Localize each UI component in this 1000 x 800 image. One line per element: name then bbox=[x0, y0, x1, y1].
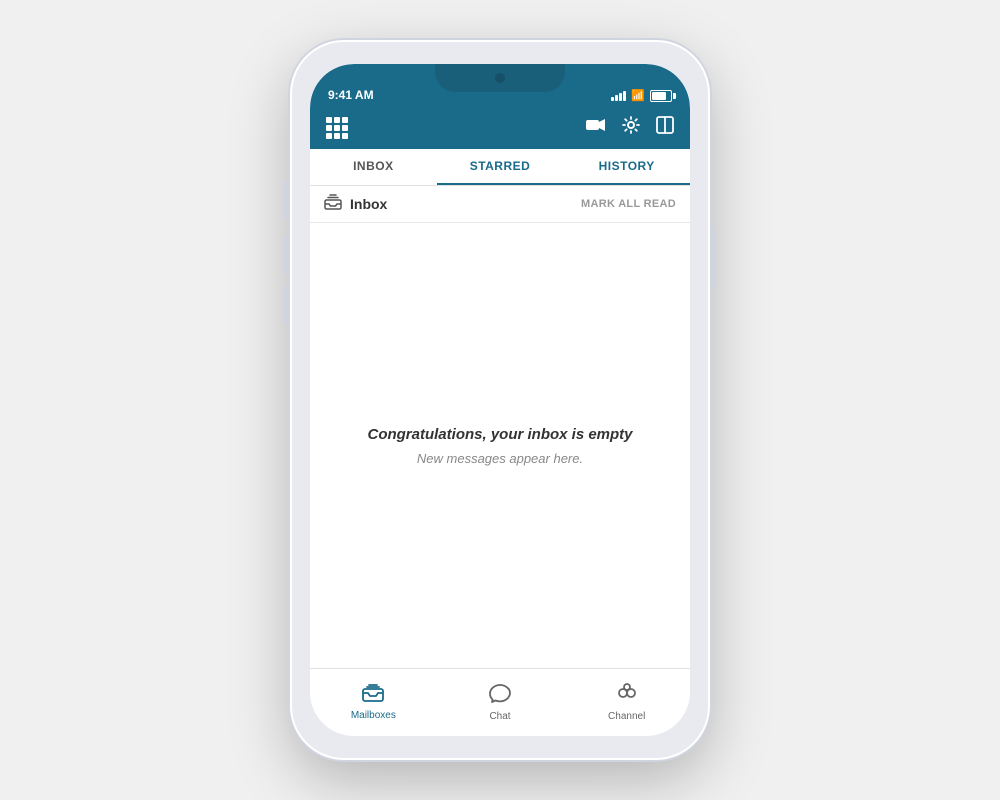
tab-inbox[interactable]: INBOX bbox=[310, 149, 437, 185]
nav-item-mailboxes[interactable]: Mailboxes bbox=[310, 669, 437, 736]
tabs-bar: INBOX STARRED HISTORY bbox=[310, 149, 690, 186]
phone-notch bbox=[435, 64, 565, 92]
phone-device: 9:41 AM 📶 bbox=[290, 40, 710, 760]
header-actions bbox=[586, 116, 674, 139]
empty-title: Congratulations, your inbox is empty bbox=[367, 426, 632, 443]
nav-item-chat[interactable]: Chat bbox=[437, 669, 564, 736]
chat-icon bbox=[489, 683, 511, 708]
inbox-header-row: Inbox MARK ALL READ bbox=[310, 186, 690, 223]
grid-menu-icon[interactable] bbox=[326, 117, 348, 139]
app-header bbox=[310, 108, 690, 149]
battery-icon bbox=[650, 90, 672, 102]
bottom-navigation: Mailboxes Chat Channel bbox=[310, 668, 690, 736]
signal-icon bbox=[611, 91, 626, 101]
phone-screen: 9:41 AM 📶 bbox=[310, 64, 690, 736]
status-time: 9:41 AM bbox=[328, 88, 374, 102]
mailboxes-label: Mailboxes bbox=[351, 710, 396, 721]
wifi-icon: 📶 bbox=[631, 89, 645, 102]
chat-label: Chat bbox=[489, 711, 510, 722]
inbox-label-text: Inbox bbox=[350, 196, 387, 212]
notch-camera bbox=[495, 73, 505, 83]
tab-starred[interactable]: STARRED bbox=[437, 149, 564, 185]
settings-icon[interactable] bbox=[622, 116, 640, 139]
empty-state: Congratulations, your inbox is empty New… bbox=[347, 406, 652, 486]
video-camera-icon[interactable] bbox=[586, 118, 606, 137]
channel-icon bbox=[615, 683, 639, 708]
mark-all-read-button[interactable]: MARK ALL READ bbox=[581, 198, 676, 210]
empty-subtitle: New messages appear here. bbox=[367, 451, 632, 466]
inbox-title-group: Inbox bbox=[324, 194, 387, 214]
status-icons: 📶 bbox=[611, 89, 672, 102]
content-area: Congratulations, your inbox is empty New… bbox=[310, 223, 690, 668]
tab-history[interactable]: HISTORY bbox=[563, 149, 690, 185]
inbox-tray-icon bbox=[324, 194, 342, 214]
channel-label: Channel bbox=[608, 711, 645, 722]
layout-icon[interactable] bbox=[656, 116, 674, 139]
mailboxes-icon bbox=[362, 684, 384, 707]
nav-item-channel[interactable]: Channel bbox=[563, 669, 690, 736]
